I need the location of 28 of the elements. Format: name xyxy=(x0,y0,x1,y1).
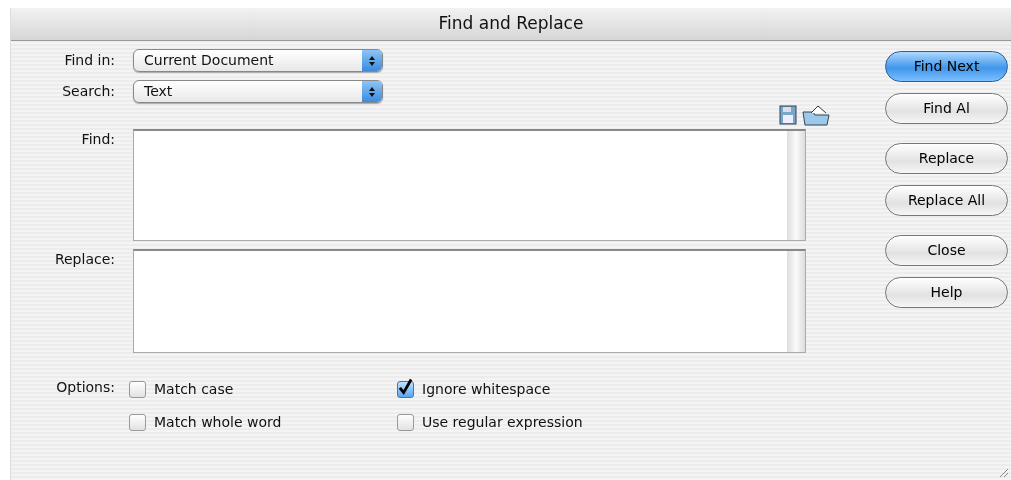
find-label: Find: xyxy=(80,130,116,149)
checkbox[interactable] xyxy=(129,414,146,431)
folder-icon[interactable] xyxy=(801,104,831,126)
checkbox-label: Match case xyxy=(154,380,234,399)
find-in-label: Find in: xyxy=(63,51,116,70)
search-label: Search: xyxy=(61,82,116,101)
replace-label: Replace: xyxy=(53,250,116,269)
scrollbar[interactable] xyxy=(787,251,805,352)
find-field[interactable] xyxy=(133,129,806,241)
action-button[interactable]: Close xyxy=(885,235,1008,266)
options-label: Options: xyxy=(55,378,116,397)
checkbox-label: Ignore whitespace xyxy=(422,380,551,399)
checkbox-label: Use regular expression xyxy=(422,413,583,432)
find-in-dropdown[interactable]: Current Document xyxy=(133,49,383,72)
action-button[interactable]: Replace xyxy=(885,143,1008,174)
checkbox[interactable] xyxy=(129,381,146,398)
action-button[interactable]: Help xyxy=(885,277,1008,308)
search-dropdown[interactable]: Text xyxy=(133,80,383,103)
action-button[interactable]: Find Next xyxy=(885,51,1008,82)
resize-grip[interactable] xyxy=(997,466,1009,478)
checkbox[interactable] xyxy=(397,381,414,398)
checkbox-label: Match whole word xyxy=(154,413,282,432)
scrollbar[interactable] xyxy=(787,131,805,240)
window-title: Find and Replace xyxy=(438,12,584,36)
action-button[interactable]: Replace All xyxy=(885,185,1008,216)
checkbox[interactable] xyxy=(397,414,414,431)
replace-field[interactable] xyxy=(133,249,806,353)
action-button[interactable]: Find Al xyxy=(885,93,1008,124)
